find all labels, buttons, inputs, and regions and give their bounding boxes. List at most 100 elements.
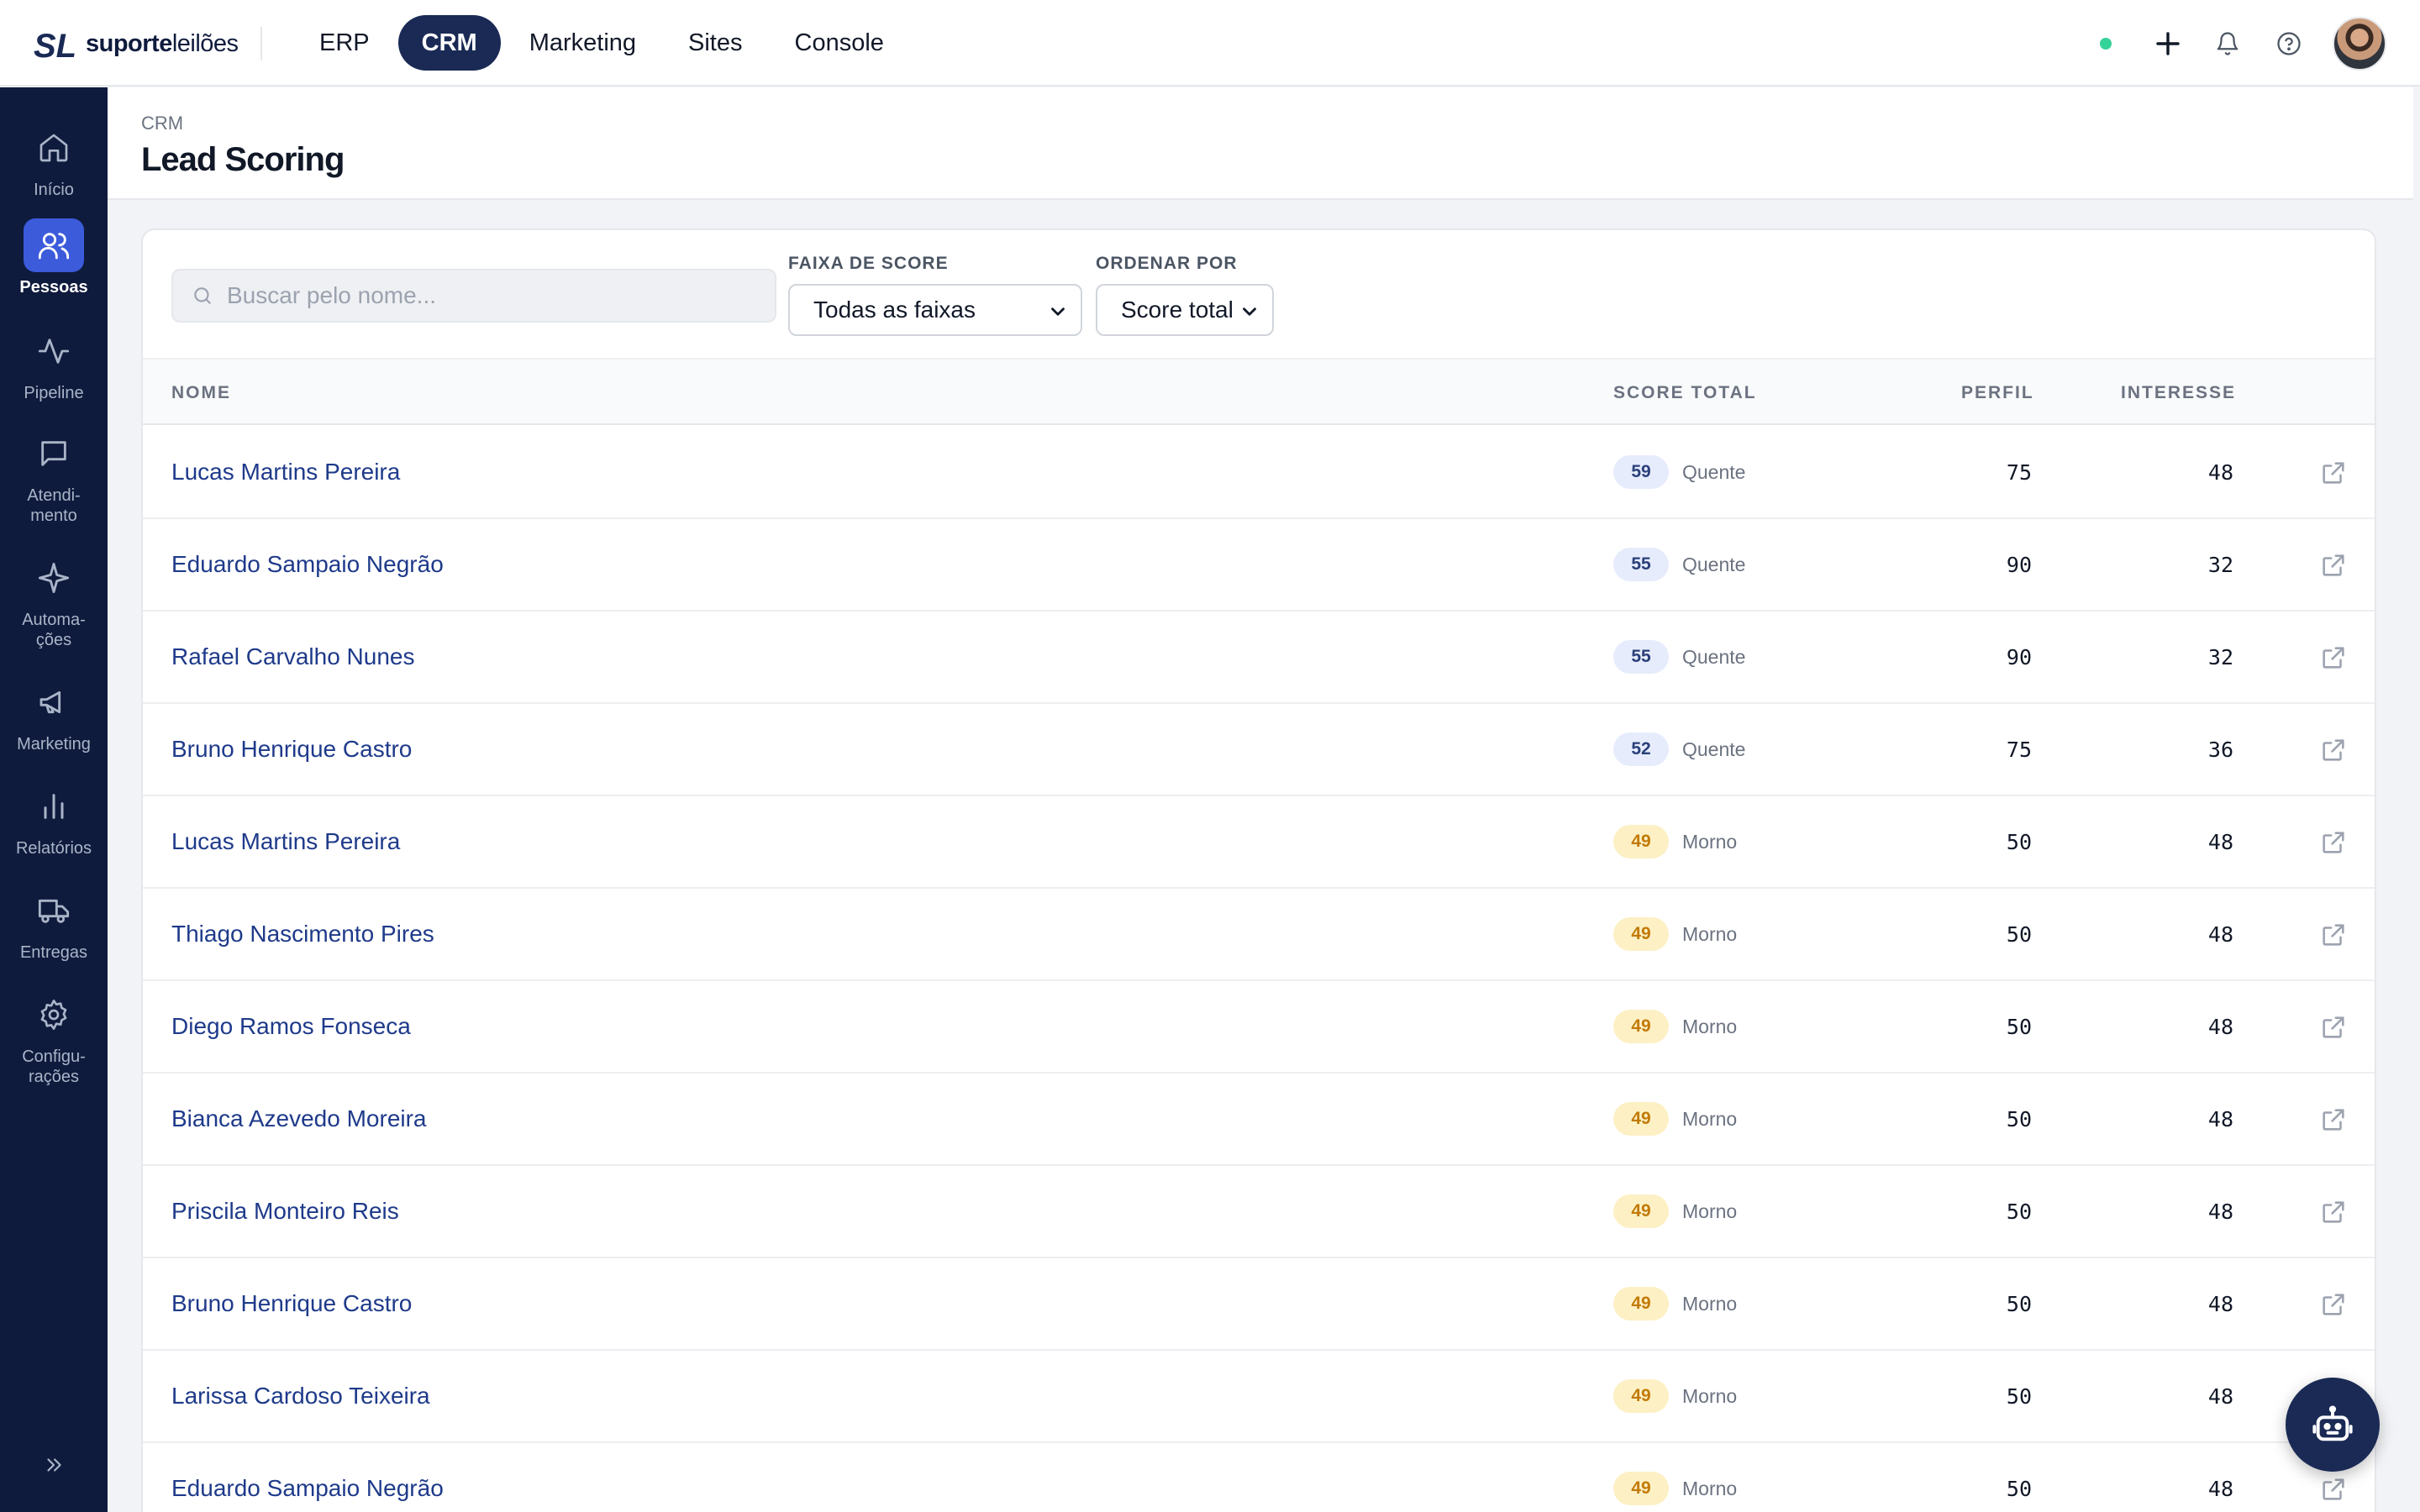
interest-score: 48: [2207, 1292, 2233, 1316]
sidebar-item-label: Início: [34, 181, 74, 199]
table-row[interactable]: Bruno Henrique Castro 52 Quente 75 36: [143, 704, 2375, 796]
table-row[interactable]: Eduardo Sampaio Negrão 55 Quente 90 32: [143, 519, 2375, 612]
score-range-label: FAIXA DE SCORE: [788, 254, 949, 273]
gear-icon: [40, 1000, 67, 1030]
nav-erp[interactable]: ERP: [296, 15, 393, 71]
nav-crm[interactable]: CRM: [397, 15, 501, 71]
table-row[interactable]: Priscila Monteiro Reis 49 Morno 50 48: [143, 1166, 2375, 1258]
profile-score: 50: [2006, 1200, 2032, 1224]
sidebar-item-configuracoes[interactable]: Configu- rações: [0, 988, 108, 1087]
lead-name-link[interactable]: Bianca Azevedo Moreira: [171, 1105, 427, 1132]
score-range-value: Todas as faixas: [813, 297, 976, 323]
score-badge: 55: [1613, 548, 1669, 581]
search-box[interactable]: [171, 269, 776, 323]
interest-score: 48: [2207, 460, 2233, 485]
external-link-icon[interactable]: [2319, 736, 2348, 764]
score-badge: 49: [1613, 917, 1669, 951]
sidebar-item-atendimento[interactable]: Atendi- mento: [0, 427, 108, 526]
external-link-icon[interactable]: [2319, 828, 2348, 857]
sidebar-item-inicio[interactable]: Início: [0, 121, 108, 200]
sidebar-item-entregas[interactable]: Entregas: [0, 884, 108, 963]
svg-text:SL: SL: [34, 28, 76, 64]
external-link-icon[interactable]: [2319, 643, 2348, 672]
external-link-icon[interactable]: [2319, 1013, 2348, 1042]
table-row[interactable]: Lucas Martins Pereira 49 Morno 50 48: [143, 796, 2375, 889]
lead-name-link[interactable]: Bruno Henrique Castro: [171, 1290, 412, 1317]
column-header-name[interactable]: NOME: [171, 383, 231, 403]
nav-console[interactable]: Console: [771, 15, 908, 71]
interest-score: 48: [2207, 1384, 2233, 1409]
brand-name: suporteleilões: [86, 29, 239, 57]
interest-score: 48: [2207, 1015, 2233, 1039]
sidebar-item-label: Entregas: [19, 943, 88, 962]
lead-name-link[interactable]: Larissa Cardoso Teixeira: [171, 1383, 430, 1410]
nav-marketing[interactable]: Marketing: [506, 15, 660, 71]
score-badge: 49: [1613, 1379, 1669, 1413]
score-badge: 52: [1613, 732, 1669, 766]
lead-name-link[interactable]: Rafael Carvalho Nunes: [171, 643, 415, 670]
table-row[interactable]: Eduardo Sampaio Negrão 49 Morno 50 48: [143, 1443, 2375, 1512]
status-online-dot: [2100, 38, 2112, 50]
brand-logo[interactable]: SL suporteleilões: [34, 24, 239, 64]
column-header-profile[interactable]: PERFIL: [1961, 383, 2034, 403]
order-by-value: Score total: [1121, 297, 1234, 323]
sidebar-item-automacoes[interactable]: Automa- ções: [0, 551, 108, 650]
external-link-icon[interactable]: [2319, 921, 2348, 949]
assistant-button[interactable]: [2286, 1378, 2380, 1472]
interest-score: 48: [2207, 1107, 2233, 1131]
sidebar-item-label: Atendi- mento: [27, 486, 81, 525]
external-link-icon[interactable]: [2319, 1475, 2348, 1504]
lead-name-link[interactable]: Priscila Monteiro Reis: [171, 1198, 399, 1225]
sidebar-item-marketing[interactable]: Marketing: [0, 675, 108, 754]
chevrons-right-icon[interactable]: [39, 1450, 69, 1480]
table-row[interactable]: Rafael Carvalho Nunes 55 Quente 90 32: [143, 612, 2375, 704]
external-link-icon[interactable]: [2319, 459, 2348, 487]
plus-icon[interactable]: [2149, 25, 2186, 62]
lead-scoring-card: FAIXA DE SCORE Todas as faixas ORDENAR P…: [141, 228, 2376, 1512]
sidebar-item-pipeline[interactable]: Pipeline: [0, 324, 108, 403]
external-link-icon[interactable]: [2319, 1290, 2348, 1319]
bell-icon[interactable]: [2209, 25, 2246, 62]
lead-name-link[interactable]: Lucas Martins Pereira: [171, 459, 400, 486]
lead-name-link[interactable]: Diego Ramos Fonseca: [171, 1013, 411, 1040]
table-row[interactable]: Bianca Azevedo Moreira 49 Morno 50 48: [143, 1074, 2375, 1166]
score-badge: 59: [1613, 455, 1669, 489]
sidebar-item-relatorios[interactable]: Relatórios: [0, 780, 108, 858]
external-link-icon[interactable]: [2319, 1198, 2348, 1226]
breadcrumb[interactable]: CRM: [141, 113, 183, 134]
lead-name-link[interactable]: Eduardo Sampaio Negrão: [171, 1475, 444, 1502]
table-row[interactable]: Diego Ramos Fonseca 49 Morno 50 48: [143, 981, 2375, 1074]
score-tier: Quente: [1682, 738, 1746, 760]
profile-score: 50: [2006, 922, 2032, 947]
lead-name-link[interactable]: Bruno Henrique Castro: [171, 736, 412, 763]
order-by-select[interactable]: Score total: [1096, 284, 1274, 336]
external-link-icon[interactable]: [2319, 1105, 2348, 1134]
interest-score: 32: [2207, 553, 2233, 577]
activity-icon: [38, 339, 70, 364]
page-header: CRM Lead Scoring: [108, 87, 2413, 200]
table-row[interactable]: Larissa Cardoso Teixeira 49 Morno 50 48: [143, 1351, 2375, 1443]
score-tier: Quente: [1682, 461, 1746, 483]
column-header-score[interactable]: SCORE TOTAL: [1613, 383, 1757, 403]
table-row[interactable]: Thiago Nascimento Pires 49 Morno 50 48: [143, 889, 2375, 981]
robot-icon: [2312, 1405, 2353, 1441]
score-badge: 55: [1613, 640, 1669, 674]
table-row[interactable]: Bruno Henrique Castro 49 Morno 50 48: [143, 1258, 2375, 1351]
search-input[interactable]: [227, 282, 748, 309]
score-range-select[interactable]: Todas as faixas: [788, 284, 1082, 336]
table-row[interactable]: Lucas Martins Pereira 59 Quente 75 48: [143, 427, 2375, 519]
sidebar-item-pessoas[interactable]: Pessoas: [0, 218, 108, 297]
lead-name-link[interactable]: Eduardo Sampaio Negrão: [171, 551, 444, 578]
nav-sites[interactable]: Sites: [665, 15, 765, 71]
sparkle-icon: [38, 562, 70, 594]
user-avatar[interactable]: [2333, 17, 2386, 71]
page-title: Lead Scoring: [141, 141, 345, 178]
profile-score: 75: [2006, 460, 2032, 485]
truck-icon: [38, 899, 70, 923]
lead-name-link[interactable]: Lucas Martins Pereira: [171, 828, 400, 855]
help-icon[interactable]: [2270, 25, 2307, 62]
score-tier: Morno: [1682, 1200, 1738, 1222]
lead-name-link[interactable]: Thiago Nascimento Pires: [171, 921, 434, 948]
external-link-icon[interactable]: [2319, 551, 2348, 580]
column-header-interest[interactable]: INTERESSE: [2121, 383, 2236, 403]
